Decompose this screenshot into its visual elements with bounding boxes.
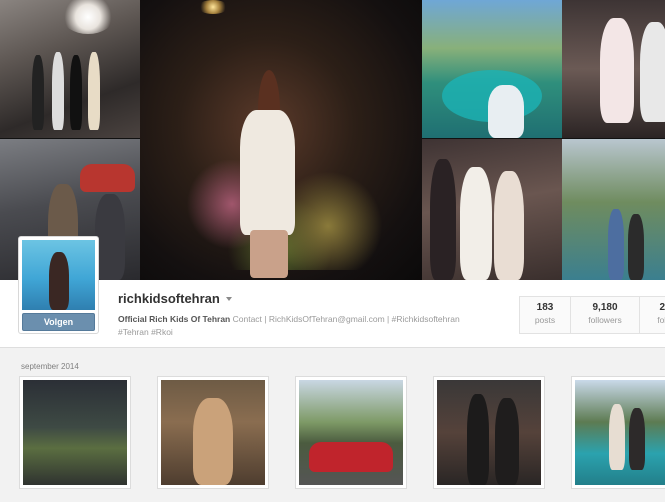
person-figure [494, 171, 524, 280]
cover-photo-7[interactable] [562, 139, 665, 280]
car-shape [309, 442, 393, 472]
photo-image [23, 380, 127, 485]
profile-username[interactable]: richkidsoftehran [118, 291, 220, 306]
person-figure [628, 214, 644, 280]
person-figure [629, 408, 645, 470]
profile-header: Volgen richkidsoftehran Official Rich Ki… [0, 236, 665, 348]
cover-photo-5[interactable] [562, 0, 665, 138]
follow-button[interactable]: Volgen [22, 313, 95, 331]
feed-photo[interactable] [295, 376, 407, 489]
person-figure [467, 394, 489, 485]
feed-photo[interactable] [19, 376, 131, 489]
instagram-profile-page: Volgen richkidsoftehran Official Rich Ki… [0, 0, 665, 502]
stat-following[interactable]: 28 follo [639, 296, 665, 334]
month-label: september 2014 [21, 362, 79, 371]
feed-photo[interactable] [571, 376, 665, 489]
cover-photo-6[interactable] [422, 139, 562, 280]
person-figure [193, 398, 233, 485]
username-row: richkidsoftehran [118, 291, 232, 306]
legs-shape [250, 230, 288, 278]
person-figure [600, 18, 634, 123]
cover-photo-4[interactable] [422, 0, 562, 138]
profile-avatar-card: Volgen [18, 236, 99, 334]
car-shape [80, 164, 135, 192]
avatar[interactable] [22, 240, 95, 310]
chevron-down-icon[interactable] [225, 296, 232, 301]
person-figure [95, 194, 125, 280]
stat-value: 183 [536, 302, 554, 313]
profile-stats: 183 posts 9,180 followers 28 follo [519, 296, 665, 334]
feed-photo[interactable] [157, 376, 269, 489]
photo-image [161, 380, 265, 485]
person-figure [488, 85, 524, 138]
stat-posts[interactable]: 183 posts [519, 296, 571, 334]
person-figure [495, 398, 519, 485]
stat-label: posts [534, 315, 556, 325]
person-figure [88, 52, 100, 130]
cover-photo-3[interactable] [140, 0, 422, 280]
photo-image [437, 380, 541, 485]
person-figure [460, 167, 492, 280]
stat-label: followers [588, 315, 622, 325]
lamp-glow [198, 0, 228, 14]
feed-photo[interactable] [433, 376, 545, 489]
person-figure [52, 52, 64, 130]
person-figure [70, 55, 82, 130]
profile-full-name: Official Rich Kids Of Tehran [118, 314, 231, 324]
chandelier-shape [62, 0, 114, 34]
photo-image [575, 380, 665, 485]
cover-photo-1[interactable] [0, 0, 140, 138]
profile-bio-tags[interactable]: #Tehran #Rkoi [118, 327, 173, 337]
cover-photo-mosaic [0, 0, 665, 280]
profile-bio-text: Contact | RichKidsOfTehran@gmail.com | #… [230, 314, 460, 324]
photo-image [299, 380, 403, 485]
stat-value: 9,180 [592, 302, 618, 313]
profile-bio: Official Rich Kids Of Tehran Contact | R… [118, 313, 513, 339]
stat-label: follo [657, 315, 665, 325]
person-figure [640, 22, 665, 122]
person-figure [430, 159, 456, 280]
person-figure [609, 404, 625, 470]
person-figure [49, 252, 69, 310]
stat-followers[interactable]: 9,180 followers [570, 296, 640, 334]
person-figure [608, 209, 624, 280]
photo-feed: september 2014 [0, 349, 665, 502]
stat-value: 28 [659, 302, 665, 313]
person-figure [32, 55, 44, 130]
person-figure [240, 110, 295, 235]
